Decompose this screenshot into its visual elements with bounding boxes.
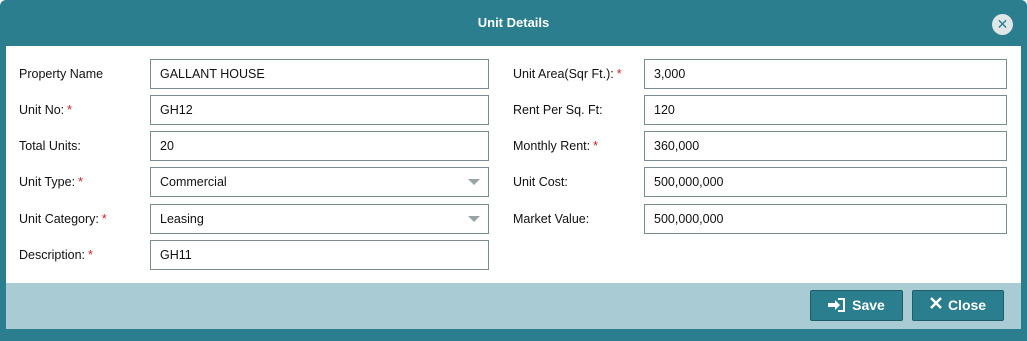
unit-type-label: Unit Type: *	[19, 175, 83, 189]
required-marker: *	[67, 103, 73, 117]
sign-in-icon	[828, 291, 846, 320]
description-field[interactable]: GH11	[150, 240, 489, 270]
unit-no-label: Unit No: *	[19, 103, 73, 117]
chevron-down-icon[interactable]	[468, 216, 480, 222]
rent-per-sqft-field[interactable]: 120	[644, 95, 1007, 125]
required-marker: *	[593, 139, 598, 153]
unit-cost-field[interactable]: 500,000,000	[644, 167, 1007, 197]
unit-details-dialog: Unit Details ✕ Property Name GALLANT HOU…	[0, 0, 1027, 341]
market-value-field[interactable]: 500,000,000	[644, 204, 1007, 234]
unit-area-field[interactable]: 3,000	[644, 59, 1007, 89]
total-units-field[interactable]: 20	[150, 131, 489, 161]
description-label: Description: *	[19, 248, 93, 262]
required-marker: *	[616, 67, 622, 81]
unit-no-field[interactable]: GH12	[150, 95, 489, 125]
save-label: Save	[852, 297, 885, 313]
dialog-body: Property Name GALLANT HOUSE Unit No: * GH…	[6, 46, 1021, 283]
close-button[interactable]: Close	[912, 290, 1004, 321]
unit-type-select[interactable]: Commercial	[150, 167, 489, 197]
property-name-label: Property Name	[19, 67, 104, 81]
monthly-rent-field[interactable]: 360,000	[644, 131, 1007, 161]
dialog-footer: Save Close	[6, 283, 1021, 329]
x-icon	[930, 291, 942, 320]
property-name-field[interactable]: GALLANT HOUSE	[150, 59, 489, 89]
save-button[interactable]: Save	[810, 290, 903, 321]
dialog-title: Unit Details	[477, 15, 550, 30]
required-marker: *	[78, 175, 83, 189]
unit-type-value: Commercial	[160, 175, 227, 189]
unit-category-select[interactable]: Leasing	[150, 204, 489, 234]
close-label: Close	[947, 297, 987, 313]
unit-category-label: Unit Category: *	[19, 212, 107, 226]
required-marker: *	[88, 248, 93, 262]
unit-cost-label: Unit Cost:	[513, 175, 568, 189]
dialog-titlebar: Unit Details ✕	[0, 0, 1027, 46]
close-icon[interactable]: ✕	[992, 14, 1013, 35]
rent-per-sqft-label: Rent Per Sq. Ft:	[513, 103, 603, 117]
dialog-bottom-border	[0, 329, 1027, 341]
market-value-label: Market Value:	[513, 212, 590, 226]
monthly-rent-label: Monthly Rent: *	[513, 139, 598, 153]
unit-category-value: Leasing	[160, 212, 204, 226]
chevron-down-icon[interactable]	[468, 179, 480, 185]
required-marker: *	[101, 212, 107, 226]
unit-area-label: Unit Area(Sqr Ft.): *	[513, 67, 622, 81]
total-units-label: Total Units:	[19, 139, 81, 153]
